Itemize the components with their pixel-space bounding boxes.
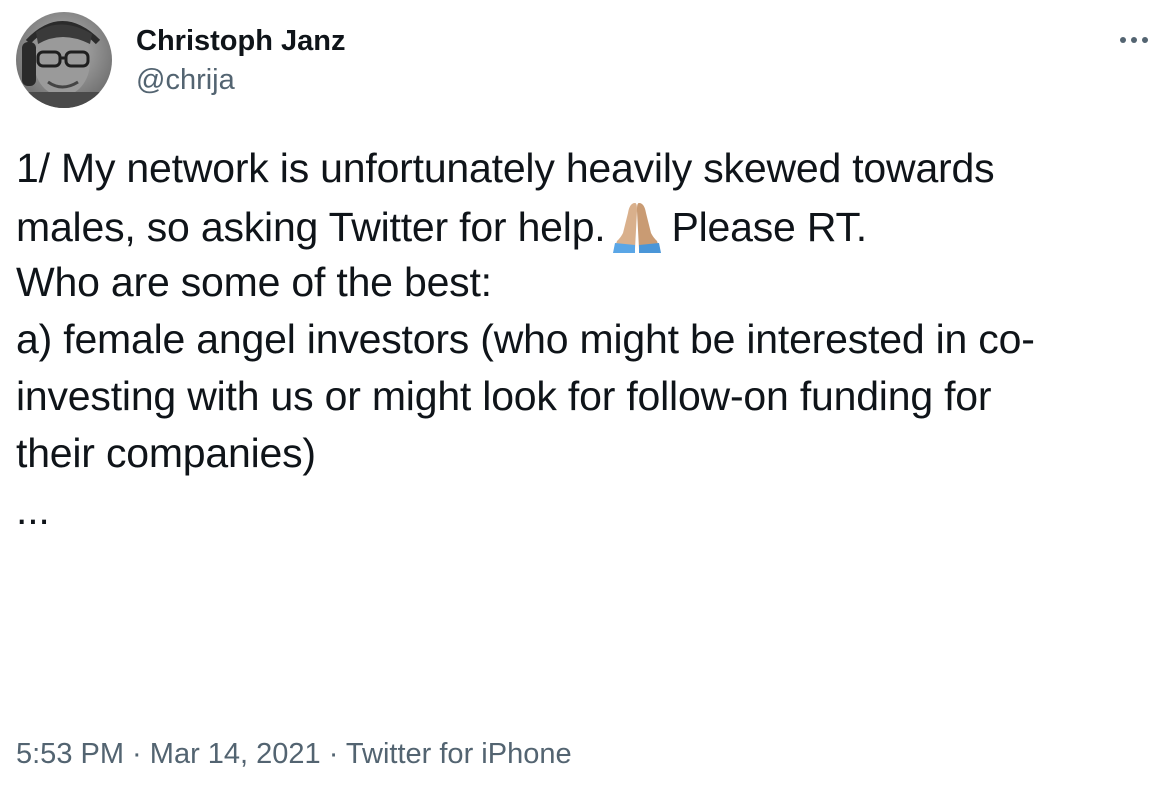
tweet-header: Christoph Janz @chrija [16,12,1154,108]
tweet-line: 1/ My network is unfortunately heavily s… [16,145,995,191]
tweet-line: their companies) [16,430,316,476]
tweet-line: ... [16,487,50,533]
tweet-line: investing with us or might look for foll… [16,373,992,419]
tweet-line: Who are some of the best: [16,259,492,305]
meta-separator: · [124,738,150,770]
author-names: Christoph Janz @chrija [136,24,345,98]
avatar-image [16,12,112,108]
meta-separator: · [320,738,346,770]
folded-hands-emoji-icon [613,203,662,253]
tweet-meta: 5:53 PM · Mar 14, 2021 · Twitter for iPh… [16,736,572,772]
more-options-button[interactable] [1114,20,1154,60]
tweet-line: a) female angel investors (who might be … [16,316,1035,362]
avatar[interactable] [16,12,112,108]
tweet-time[interactable]: 5:53 PM [16,738,124,770]
tweet-card: Christoph Janz @chrija 1/ My network is … [0,0,1170,798]
tweet-source-link[interactable]: Twitter for iPhone [346,738,572,770]
tweet-line-part: Please RT. [671,204,867,250]
author-handle[interactable]: @chrija [136,62,345,98]
tweet-text: 1/ My network is unfortunately heavily s… [16,140,1140,539]
tweet-line: males, so asking Twitter for help. Pleas… [16,197,1140,254]
tweet-date[interactable]: Mar 14, 2021 [150,738,321,770]
author-display-name[interactable]: Christoph Janz [136,24,345,58]
more-icon [1120,37,1148,43]
tweet-line-part: males, so asking Twitter for help. [16,204,606,250]
